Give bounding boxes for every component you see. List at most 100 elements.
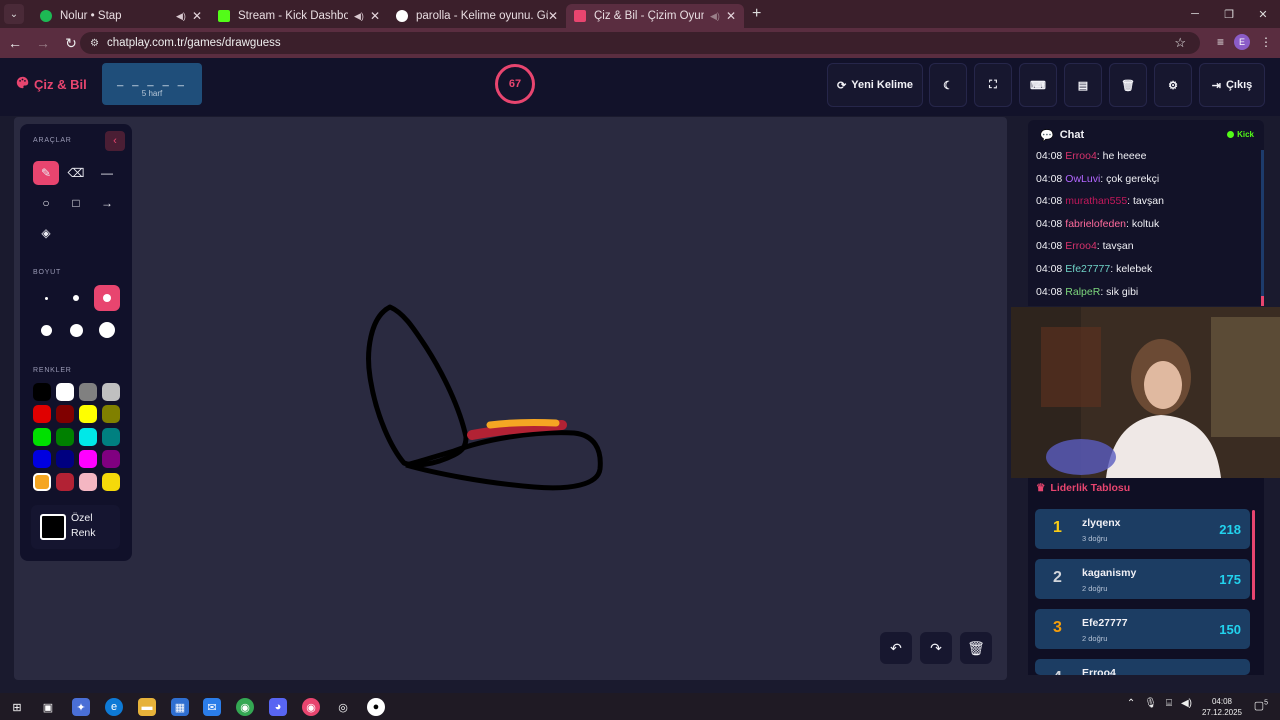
task-view-icon[interactable]: ▣	[39, 698, 57, 716]
close-tab-icon[interactable]: ✕	[370, 9, 380, 23]
message-user[interactable]: Efe27777	[1065, 263, 1110, 275]
message-user[interactable]: Erroo4	[1065, 150, 1097, 162]
exit-button[interactable]: ⇥ Çıkış	[1199, 63, 1265, 107]
store-icon[interactable]: ▦	[171, 698, 189, 716]
forward-arrow-icon[interactable]: →	[30, 35, 56, 51]
file-explorer-icon[interactable]: ▬	[138, 698, 156, 716]
volume-icon[interactable]: ◀)	[1181, 698, 1192, 709]
settings-button[interactable]: ⚙	[1154, 63, 1192, 107]
tray-chevron-icon[interactable]: ⌃	[1127, 698, 1135, 709]
minimize-icon[interactable]: ─	[1178, 0, 1212, 28]
eraser-tool[interactable]: ⌫	[63, 161, 89, 185]
fill-tool[interactable]: ◈	[33, 221, 59, 245]
windows-start-icon[interactable]: ⊞	[8, 698, 26, 716]
circle-tool[interactable]: ○	[33, 191, 59, 215]
back-arrow-icon[interactable]: ←	[2, 35, 28, 51]
message-user[interactable]: Erroo4	[1065, 240, 1097, 252]
mail-icon[interactable]: ✉	[203, 698, 221, 716]
arrow-tool[interactable]: →	[94, 191, 120, 215]
collapse-panel-button[interactable]: ‹	[105, 131, 125, 151]
redo-button[interactable]: ↷	[920, 632, 952, 664]
color-swatch[interactable]	[102, 450, 120, 468]
line-tool[interactable]: —	[94, 161, 120, 185]
brush-size-4[interactable]	[33, 317, 59, 343]
color-swatch[interactable]	[79, 428, 97, 446]
message-user[interactable]: murathan555	[1065, 195, 1127, 207]
microphone-icon[interactable]: 🎙	[1144, 698, 1157, 709]
speaker-icon[interactable]: ◀)	[176, 11, 186, 22]
chrome-profile-icon[interactable]: ◉	[302, 698, 320, 716]
color-swatch[interactable]	[102, 405, 120, 423]
color-swatch[interactable]	[56, 428, 74, 446]
brush-tool[interactable]: ✎	[33, 161, 59, 185]
color-swatch[interactable]	[102, 473, 120, 491]
reading-list-icon[interactable]: ≡	[1217, 35, 1224, 49]
obs-icon[interactable]: ●	[367, 698, 385, 716]
brush-size-5[interactable]	[63, 317, 89, 343]
brush-size-1[interactable]	[33, 285, 59, 311]
discord-icon[interactable]: ◕	[269, 698, 287, 716]
browser-tab[interactable]: Stream - Kick Dashboard ◀) ✕	[210, 4, 388, 28]
app-icon[interactable]: ◎	[334, 698, 352, 716]
leaderboard-scrollbar[interactable]	[1252, 510, 1255, 600]
brush-size-2[interactable]	[63, 285, 89, 311]
browser-tab[interactable]: Nolur • Stap ◀) ✕	[32, 4, 210, 28]
speaker-icon[interactable]: ◀)	[354, 11, 364, 22]
message-user[interactable]: RalpeR	[1065, 286, 1100, 298]
close-tab-icon[interactable]: ✕	[726, 9, 736, 23]
new-word-button[interactable]: ⟳ Yeni Kelime	[827, 63, 923, 107]
drawing-canvas[interactable]	[14, 117, 1007, 680]
restore-icon[interactable]: ❐	[1212, 0, 1246, 28]
address-bar[interactable]: ⚙ chatplay.com.tr/games/drawguess ☆	[80, 32, 1200, 54]
browser-tab[interactable]: parolla - Kelime oyunu. Günlük ✕	[388, 4, 566, 28]
color-swatch[interactable]	[33, 450, 51, 468]
notification-icon[interactable]: ▢5	[1254, 699, 1268, 712]
color-swatch[interactable]	[56, 450, 74, 468]
speaker-icon[interactable]: ◀)	[710, 11, 720, 22]
edge-icon[interactable]: e	[105, 698, 123, 716]
message-user[interactable]: OwLuvi	[1065, 173, 1100, 185]
chrome-icon[interactable]: ◉	[236, 698, 254, 716]
tab-search-button[interactable]: ⌄	[4, 4, 24, 24]
undo-button[interactable]: ↶	[880, 632, 912, 664]
browser-tab-active[interactable]: Çiz & Bil - Çizim Oyunu ◀) ✕	[566, 4, 744, 28]
fullscreen-button[interactable]: ⛶	[974, 63, 1012, 107]
site-info-icon[interactable]: ⚙	[90, 38, 99, 49]
color-swatch[interactable]	[56, 473, 74, 491]
color-swatch[interactable]	[33, 428, 51, 446]
bookmark-star-icon[interactable]: ☆	[1174, 35, 1186, 51]
color-swatch[interactable]	[102, 383, 120, 401]
close-window-icon[interactable]: ✕	[1246, 0, 1280, 28]
color-swatch[interactable]	[79, 473, 97, 491]
clear-canvas-button[interactable]: 🗑	[960, 632, 992, 664]
color-swatch[interactable]	[79, 405, 97, 423]
color-swatch[interactable]	[79, 450, 97, 468]
browser-menu-icon[interactable]: ⋮	[1260, 35, 1272, 49]
brush-size-3[interactable]	[94, 285, 120, 311]
new-tab-plus-icon[interactable]: +	[752, 5, 761, 23]
system-clock[interactable]: 04:08 27.12.2025	[1202, 696, 1242, 718]
brush-size-6[interactable]	[94, 317, 120, 343]
color-swatch[interactable]	[56, 405, 74, 423]
keyboard-button[interactable]: ⌨	[1019, 63, 1057, 107]
archive-button[interactable]: ▤	[1064, 63, 1102, 107]
network-icon[interactable]: ⌸	[1166, 698, 1172, 709]
chat-scrollbar[interactable]	[1261, 150, 1264, 306]
clear-button[interactable]: 🗑	[1109, 63, 1147, 107]
message-user[interactable]: fabrielofeden	[1065, 218, 1126, 230]
color-swatch[interactable]	[33, 383, 51, 401]
close-tab-icon[interactable]: ✕	[192, 9, 202, 23]
app-logo[interactable]: Çiz & Bil	[16, 76, 87, 92]
color-swatch[interactable]	[33, 405, 51, 423]
chat-message-list[interactable]: 04:08 Erroo4: he heeee 04:08 OwLuvi: çok ge…	[1028, 150, 1264, 306]
profile-avatar[interactable]: E	[1234, 34, 1250, 50]
copilot-icon[interactable]: ✦	[72, 698, 90, 716]
custom-color-button[interactable]: Özel Renk	[31, 505, 120, 549]
theme-toggle-button[interactable]: ☾	[929, 63, 967, 107]
close-tab-icon[interactable]: ✕	[548, 9, 558, 23]
color-swatch[interactable]	[33, 473, 51, 491]
color-swatch[interactable]	[56, 383, 74, 401]
rectangle-tool[interactable]: □	[63, 191, 89, 215]
color-swatch[interactable]	[79, 383, 97, 401]
color-swatch[interactable]	[102, 428, 120, 446]
